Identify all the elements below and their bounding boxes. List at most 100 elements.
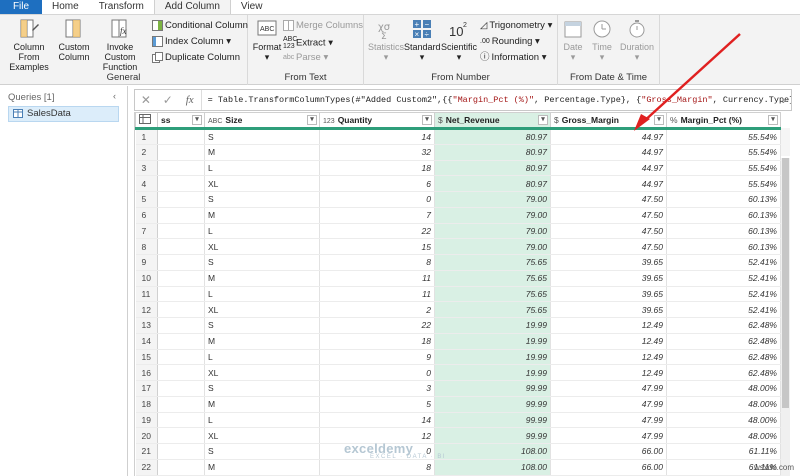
table-cell[interactable]: 75.65 [434,286,551,303]
table-cell[interactable]: 55.54% [666,144,781,161]
table-row[interactable]: 14 M 18 19.99 12.49 62.48% [135,333,781,350]
table-cell[interactable]: 60.13% [666,223,781,240]
row-index[interactable]: 5 [135,191,158,208]
table-cell[interactable]: XL [204,364,320,381]
table-cell[interactable]: 52.41% [666,270,781,287]
table-cell[interactable]: 19.99 [434,364,551,381]
trigonometry-button[interactable]: ◿ Trigonometry ▾ [480,20,552,31]
merge-columns-button[interactable]: Merge Columns [283,20,363,31]
duplicate-column-button[interactable]: Duplicate Column [152,52,240,63]
table-cell[interactable]: 80.97 [434,175,551,192]
table-cell[interactable]: 18 [319,160,435,177]
table-cell[interactable]: M [204,333,320,350]
table-cell[interactable]: 11 [319,286,435,303]
percentage-type-icon[interactable]: % [670,115,678,125]
row-index[interactable]: 12 [135,301,158,318]
table-cell[interactable] [157,443,205,460]
table-cell[interactable]: 18 [319,333,435,350]
column-header-quantity[interactable]: 123 Quantity ▾ [319,112,435,130]
table-row[interactable]: 7 L 22 79.00 47.50 60.13% [135,223,781,240]
extract-button[interactable]: ABC 123Extract ▾ [283,36,333,50]
table-row[interactable]: 16 XL 0 19.99 12.49 62.48% [135,364,781,381]
standard-button[interactable]: + − × ÷ Standard ▾ [404,18,441,62]
table-cell[interactable]: 79.00 [434,207,551,224]
column-header-ss[interactable]: ss ▾ [157,112,205,130]
table-cell[interactable]: 9 [319,349,435,366]
row-index[interactable]: 19 [135,412,158,429]
table-cell[interactable]: 75.65 [434,254,551,271]
query-item-salesdata[interactable]: SalesData [8,106,119,122]
table-cell[interactable]: L [204,160,320,177]
time-button[interactable]: Time ▾ [588,18,616,62]
expand-formula-icon[interactable]: ⌄ [779,95,787,106]
duration-button[interactable]: Duration ▾ [618,18,656,62]
parse-button[interactable]: abc Parse ▾ [283,52,328,63]
table-cell[interactable]: 48.00% [666,427,781,444]
table-row[interactable]: 13 S 22 19.99 12.49 62.48% [135,317,781,334]
table-cell[interactable] [157,427,205,444]
currency-type-icon[interactable]: $ [554,115,559,125]
vertical-scrollbar-track-top[interactable] [781,128,790,156]
table-row[interactable]: 3 L 18 80.97 44.97 55.54% [135,160,781,177]
table-cell[interactable]: 66.00 [550,443,667,460]
table-cell[interactable]: 39.65 [550,286,667,303]
table-row[interactable]: 4 XL 6 80.97 44.97 55.54% [135,175,781,192]
table-row[interactable]: 8 XL 15 79.00 47.50 60.13% [135,238,781,255]
filter-dropdown-icon[interactable]: ▾ [538,115,548,125]
table-cell[interactable]: 47.99 [550,427,667,444]
tab-add-column[interactable]: Add Column [153,0,231,14]
table-cell[interactable]: L [204,286,320,303]
row-index[interactable]: 14 [135,333,158,350]
table-cell[interactable]: 61.11% [666,443,781,460]
table-row[interactable]: 15 L 9 19.99 12.49 62.48% [135,349,781,366]
table-cell[interactable]: 75.65 [434,301,551,318]
table-cell[interactable]: 47.99 [550,380,667,397]
table-cell[interactable]: 99.99 [434,412,551,429]
table-cell[interactable]: 60.13% [666,191,781,208]
date-button[interactable]: Date ▾ [560,18,586,62]
table-cell[interactable] [157,270,205,287]
table-cell[interactable] [157,207,205,224]
table-cell[interactable] [157,317,205,334]
table-cell[interactable]: 99.99 [434,380,551,397]
whole-number-type-icon[interactable]: 123 [323,118,335,125]
row-index[interactable]: 7 [135,223,158,240]
table-cell[interactable]: 79.00 [434,191,551,208]
table-cell[interactable]: 5 [319,396,435,413]
table-cell[interactable]: 19.99 [434,333,551,350]
table-menu-icon[interactable] [135,112,158,130]
table-cell[interactable]: 6 [319,175,435,192]
table-cell[interactable]: 11 [319,270,435,287]
table-cell[interactable]: 80.97 [434,160,551,177]
table-cell[interactable]: 52.41% [666,301,781,318]
column-header-gross-margin[interactable]: $ Gross_Margin ▾ [550,112,667,130]
table-cell[interactable]: 39.65 [550,301,667,318]
table-cell[interactable]: 55.54% [666,128,781,145]
table-cell[interactable]: 55.54% [666,160,781,177]
row-index[interactable]: 15 [135,349,158,366]
column-header-margin-pct[interactable]: % Margin_Pct (%) ▾ [666,112,781,130]
currency-type-icon[interactable]: $ [438,115,443,125]
table-cell[interactable]: 22 [319,317,435,334]
table-cell[interactable] [157,238,205,255]
table-cell[interactable]: S [204,443,320,460]
table-cell[interactable]: 12.49 [550,317,667,334]
tab-home[interactable]: Home [42,0,89,14]
table-cell[interactable]: 14 [319,128,435,145]
fx-icon[interactable]: fx [179,94,201,106]
row-index[interactable]: 6 [135,207,158,224]
table-cell[interactable]: 12.49 [550,364,667,381]
row-index[interactable]: 9 [135,254,158,271]
row-index[interactable]: 13 [135,317,158,334]
table-cell[interactable]: XL [204,238,320,255]
table-cell[interactable]: 47.50 [550,207,667,224]
table-row[interactable]: 5 S 0 79.00 47.50 60.13% [135,191,781,208]
table-cell[interactable]: 108.00 [434,443,551,460]
table-row[interactable]: 12 XL 2 75.65 39.65 52.41% [135,301,781,318]
confirm-formula-icon[interactable]: ✓ [157,93,179,107]
filter-dropdown-icon[interactable]: ▾ [307,115,317,125]
tab-view[interactable]: View [231,0,273,14]
table-cell[interactable] [157,223,205,240]
filter-dropdown-icon[interactable]: ▾ [422,115,432,125]
table-cell[interactable]: 48.00% [666,380,781,397]
